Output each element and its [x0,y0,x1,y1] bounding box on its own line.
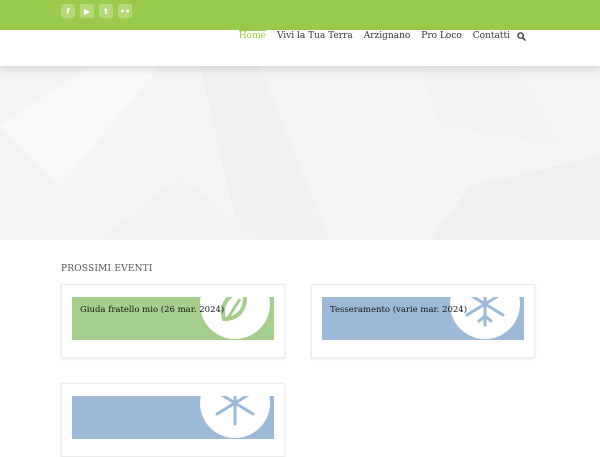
event-card[interactable]: Giuda fratello mio (26 mar. 2024) [61,284,285,358]
snowflake-icon [215,396,255,426]
social-links: f ▶ t •• [61,4,132,18]
nav-item-pro-loco[interactable]: Pro Loco [421,30,462,42]
top-bar: f ▶ t •• [0,0,600,30]
event-banner[interactable]: Tesseramento (varie mar. 2024) [322,297,524,340]
event-banner[interactable]: Giuda fratello mio (26 mar. 2024) [72,297,274,340]
event-card[interactable] [61,383,285,457]
twitter-icon[interactable]: t [99,4,113,18]
event-banner[interactable] [72,396,274,439]
section-title: PROSSIMI EVENTI [61,264,153,274]
event-title[interactable]: Giuda fratello mio (26 mar. 2024) [80,305,224,315]
nav-item-contatti[interactable]: Contatti [473,30,510,42]
search-icon[interactable] [517,32,526,41]
facebook-icon[interactable]: f [61,4,75,18]
hero-image [0,66,600,240]
nav-item-vivi-la-tua-terra[interactable]: Vivi la Tua Terra [277,30,353,42]
flickr-icon[interactable]: •• [118,4,132,18]
site-header: Home Vivi la Tua Terra Arzignano Pro Loco Co… [0,30,600,66]
event-title[interactable]: Tesseramento (varie mar. 2024) [330,305,467,315]
main-nav: Home Vivi la Tua Terra Arzignano Pro Loco Co… [238,30,510,44]
nav-item-home[interactable]: Home [238,30,266,42]
youtube-icon[interactable]: ▶ [80,4,94,18]
nav-item-arzignano[interactable]: Arzignano [364,30,411,42]
event-card[interactable]: Tesseramento (varie mar. 2024) [311,284,535,358]
